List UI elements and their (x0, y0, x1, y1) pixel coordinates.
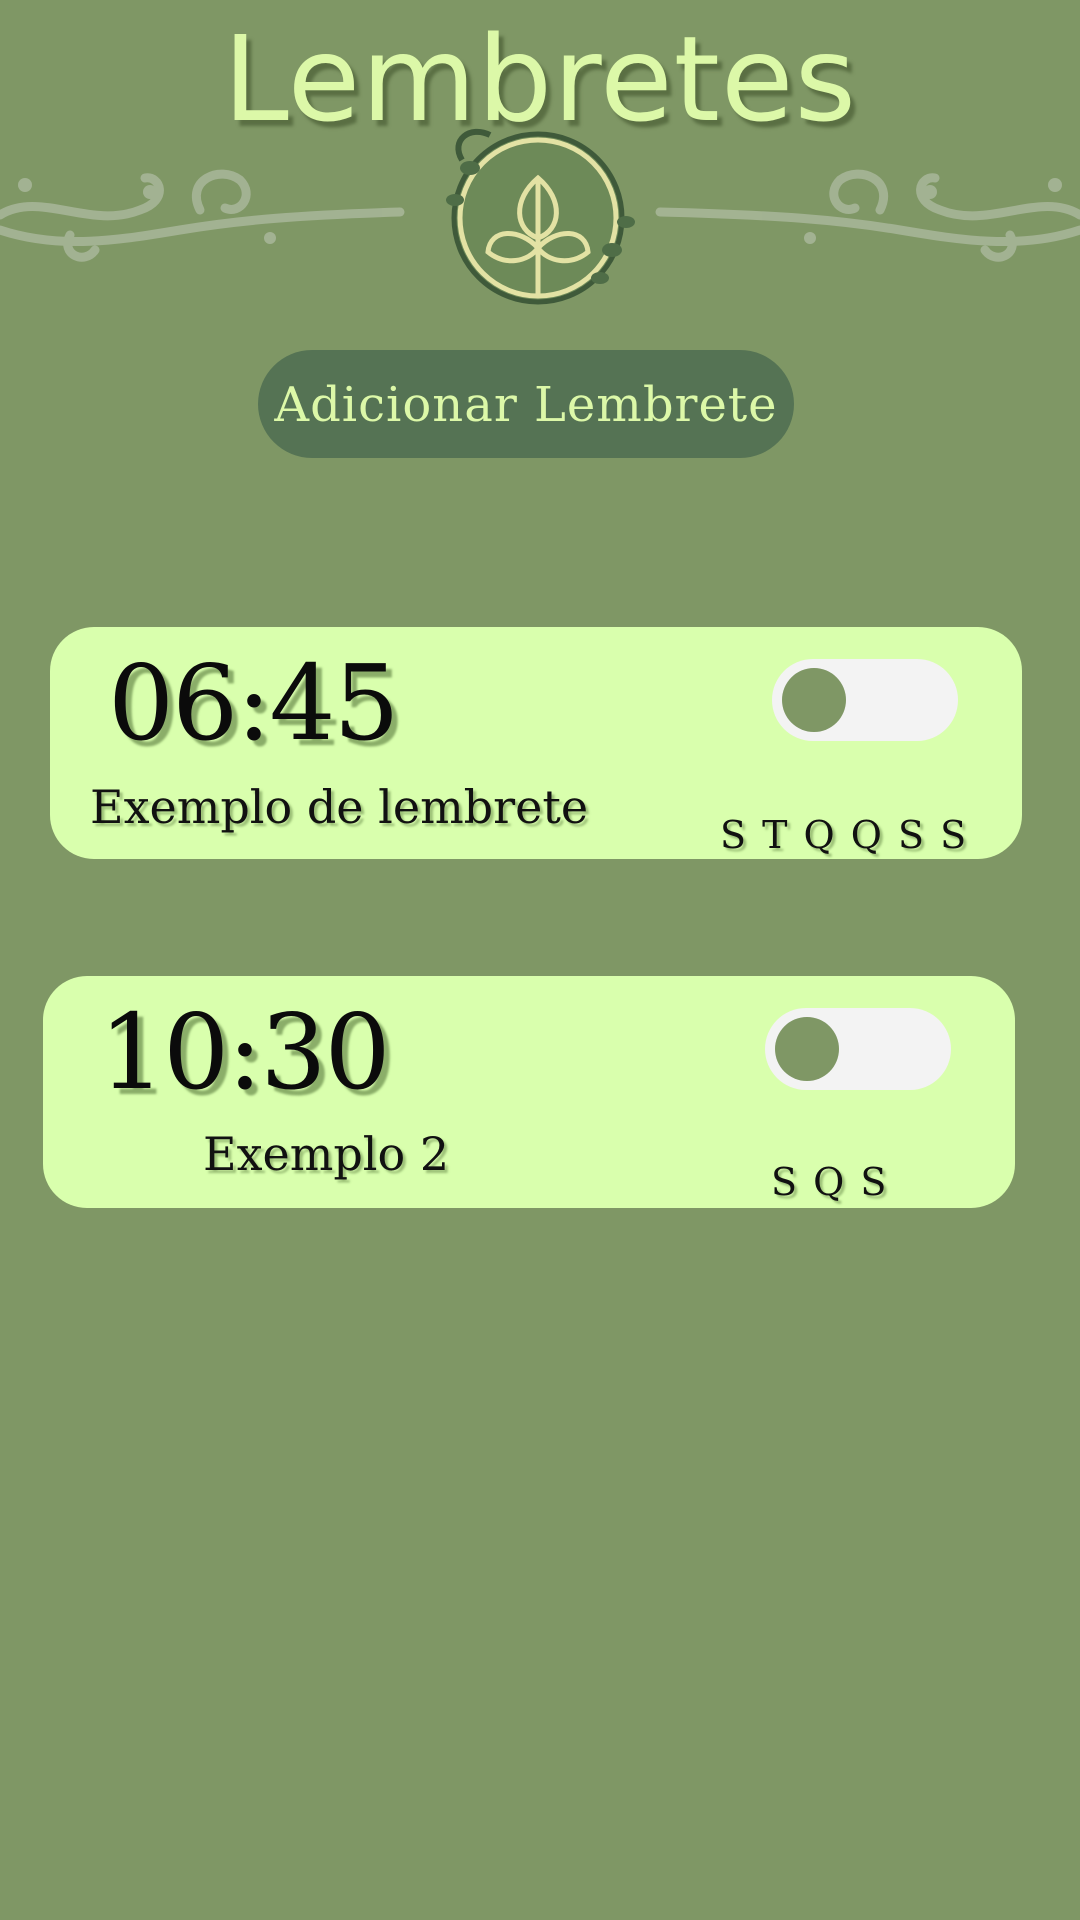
toggle-knob (775, 1017, 839, 1081)
leaf-sprout-icon (446, 128, 635, 305)
swirl-ornament-right (655, 169, 1080, 262)
reminder-card[interactable]: 10:30 Exemplo 2 S Q S (43, 976, 1015, 1208)
reminder-time: 06:45 (108, 642, 400, 764)
reminder-toggle[interactable] (765, 1008, 951, 1090)
reminder-label: Exemplo 2 (203, 1127, 450, 1181)
reminder-time: 10:30 (99, 991, 391, 1113)
reminder-toggle[interactable] (772, 659, 958, 741)
reminder-label: Exemplo de lembrete (90, 780, 589, 834)
swirl-ornament-left (0, 169, 405, 262)
reminder-days: S T Q Q S S (720, 813, 969, 857)
leaf-logo-ornament (0, 128, 1080, 305)
reminder-days: S Q S (771, 1160, 889, 1204)
reminder-card[interactable]: 06:45 Exemplo de lembrete S T Q Q S S (50, 627, 1022, 859)
toggle-knob (782, 668, 846, 732)
add-reminder-button[interactable]: Adicionar Lembrete (258, 350, 794, 458)
